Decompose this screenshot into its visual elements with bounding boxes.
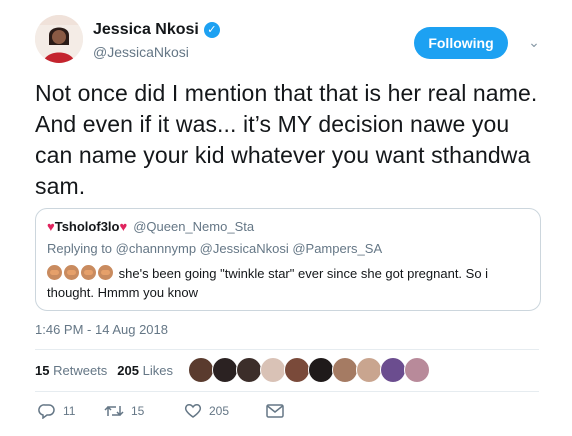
reply-icon <box>38 404 55 419</box>
envelope-icon <box>266 404 284 418</box>
see-no-evil-monkey-emoji-icon <box>81 265 96 280</box>
retweets-label: Retweets <box>53 363 108 378</box>
likes-label: Likes <box>142 363 173 378</box>
retweets-stat[interactable]: 15 Retweets <box>35 362 107 380</box>
retweet-icon <box>104 405 124 417</box>
liker-avatar[interactable] <box>404 357 430 383</box>
like-icon <box>184 404 202 418</box>
heart-emoji-icon: ♥ <box>47 219 55 234</box>
like-count: 205 <box>209 404 230 418</box>
liker-avatar[interactable] <box>212 357 238 383</box>
liker-avatar[interactable] <box>284 357 310 383</box>
author-name[interactable]: Jessica Nkosi <box>93 20 199 40</box>
tweet-stats: 15 Retweets 205 Likes <box>35 362 173 380</box>
see-no-evil-monkey-emoji-icon <box>47 265 62 280</box>
heart-emoji-icon: ♥ <box>119 219 128 234</box>
author-name-row: Jessica Nkosi ✓ <box>93 20 220 40</box>
author-handle[interactable]: @JessicaNkosi <box>93 43 220 61</box>
quoted-replying-to: Replying to @channnymp @JessicaNkosi @Pa… <box>47 241 383 256</box>
divider <box>35 349 539 350</box>
see-no-evil-monkey-emoji-icon <box>98 265 113 280</box>
tweet-text: Not once did I mention that that is her … <box>35 80 538 199</box>
tweet-timestamp[interactable]: 1:46 PM - 14 Aug 2018 <box>35 321 168 339</box>
liker-avatar[interactable] <box>332 357 358 383</box>
verified-icon: ✓ <box>203 22 220 38</box>
retweet-count: 15 <box>131 404 145 418</box>
quoted-author: ♥Tsholof3lo♥ <box>47 218 127 236</box>
quoted-tweet[interactable]: ♥Tsholof3lo♥ @Queen_Nemo_Sta Replying to… <box>35 208 541 311</box>
following-button[interactable]: Following <box>414 27 508 59</box>
author-block: Jessica Nkosi ✓ @JessicaNkosi <box>93 20 220 61</box>
liker-avatar[interactable] <box>188 357 214 383</box>
liker-avatar[interactable] <box>236 357 262 383</box>
quoted-tweet-header: ♥Tsholof3lo♥ @Queen_Nemo_Sta <box>47 218 254 236</box>
liker-avatars <box>188 357 430 383</box>
retweet-action[interactable]: 15 <box>104 403 184 419</box>
retweets-count: 15 <box>35 363 50 378</box>
direct-message-action[interactable] <box>266 404 284 418</box>
likes-stat[interactable]: 205 Likes <box>117 362 173 380</box>
quoted-tweet-text: she's been going "twinkle star" ever sin… <box>47 266 489 300</box>
liker-avatar[interactable] <box>356 357 382 383</box>
reply-count: 11 <box>63 404 76 418</box>
liker-avatar[interactable] <box>380 357 406 383</box>
liker-avatar[interactable] <box>260 357 286 383</box>
see-no-evil-monkey-emoji-icon <box>64 265 79 280</box>
likes-count: 205 <box>117 363 139 378</box>
chevron-down-icon[interactable]: ⌄ <box>522 30 546 54</box>
quoted-author-handle: @Queen_Nemo_Sta <box>133 219 255 234</box>
avatar-image <box>35 15 83 63</box>
like-action[interactable]: 205 <box>184 403 266 419</box>
tweet-actions: 11 15 205 <box>38 403 284 419</box>
author-avatar[interactable] <box>35 15 83 63</box>
quoted-tweet-body: she's been going "twinkle star" ever sin… <box>47 264 527 302</box>
divider <box>35 391 539 392</box>
liker-avatar[interactable] <box>308 357 334 383</box>
reply-action[interactable]: 11 <box>38 403 104 419</box>
quoted-author-name: Tsholof3lo <box>54 219 120 234</box>
